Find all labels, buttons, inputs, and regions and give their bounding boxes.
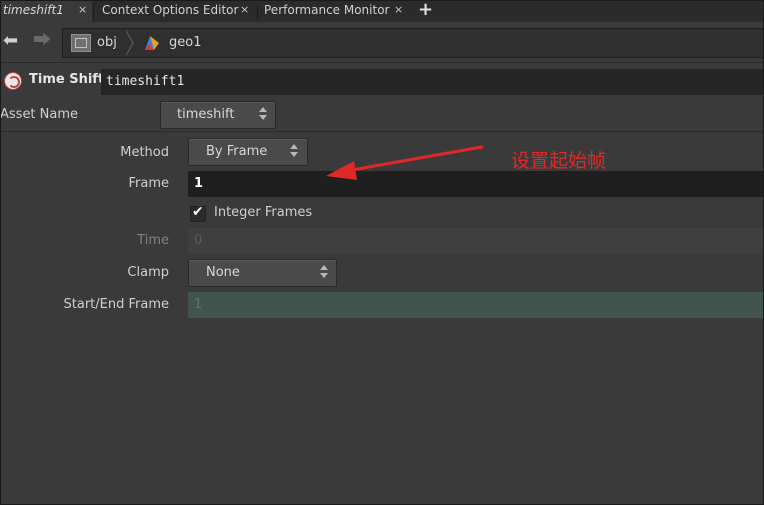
- close-icon[interactable]: ×: [394, 0, 403, 20]
- forward-arrow-icon[interactable]: ⮕: [33, 32, 51, 50]
- updown-arrows-icon: [259, 105, 267, 123]
- node-type-label: Time Shift: [29, 72, 105, 87]
- path-bar: ⬅ ⮕ obj geo1: [0, 22, 764, 63]
- tab-bar: timeshift1 × Context Options Editor × Pe…: [0, 0, 764, 22]
- node-header: Time Shift timeshift1: [0, 63, 764, 98]
- timeshift-node-icon[interactable]: [4, 72, 22, 90]
- tab-performance-monitor[interactable]: Performance Monitor ×: [258, 0, 410, 22]
- asset-name-dropdown[interactable]: timeshift: [160, 101, 276, 129]
- add-tab-icon[interactable]: +: [418, 0, 433, 20]
- integer-frames-label: Integer Frames: [214, 205, 313, 220]
- tab-label: Performance Monitor: [264, 3, 390, 17]
- method-value: By Frame: [206, 144, 268, 159]
- breadcrumb-separator-inner: [125, 30, 132, 56]
- method-dropdown[interactable]: By Frame: [188, 138, 308, 166]
- updown-arrows-icon: [320, 263, 328, 281]
- clamp-value: None: [206, 265, 240, 280]
- start-end-frame-label: Start/End Frame: [63, 297, 169, 312]
- tab-timeshift1[interactable]: timeshift1 ×: [0, 0, 92, 22]
- obj-network-icon: [71, 34, 91, 52]
- method-label: Method: [120, 145, 169, 160]
- time-label: Time: [137, 233, 169, 248]
- asset-name-label: Asset Name: [0, 107, 79, 122]
- asset-name-row: Asset Name timeshift: [0, 99, 764, 132]
- asset-name-value: timeshift: [177, 107, 235, 122]
- tab-context-options-editor[interactable]: Context Options Editor ×: [94, 0, 256, 22]
- node-name-value: timeshift1: [106, 74, 185, 89]
- time-input[interactable]: 0: [188, 228, 764, 254]
- close-icon[interactable]: ×: [78, 0, 87, 20]
- frame-label: Frame: [128, 176, 169, 191]
- back-arrow-icon[interactable]: ⬅: [3, 32, 18, 50]
- checkmark-icon: ✔: [192, 204, 204, 220]
- integer-frames-checkbox[interactable]: ✔: [190, 204, 206, 222]
- updown-arrows-icon: [290, 142, 298, 160]
- clamp-label: Clamp: [127, 265, 169, 280]
- time-value: 0: [194, 233, 203, 248]
- breadcrumb: obj geo1: [62, 28, 764, 58]
- start-end-frame-input[interactable]: 1: [188, 292, 764, 318]
- start-end-frame-value: 1: [194, 297, 203, 312]
- annotation-text: 设置起始帧: [511, 150, 607, 172]
- parameter-panel: Method By Frame Frame 1 ✔ Integer Frames…: [0, 132, 764, 505]
- geometry-node-icon: [145, 36, 159, 50]
- houdini-parameter-pane: timeshift1 × Context Options Editor × Pe…: [0, 0, 764, 505]
- tab-label: Context Options Editor: [102, 3, 239, 17]
- node-name-field[interactable]: timeshift1: [101, 69, 764, 95]
- breadcrumb-obj[interactable]: obj: [97, 35, 117, 50]
- clamp-dropdown[interactable]: None: [188, 259, 337, 287]
- annotation-arrow: [326, 145, 484, 180]
- tab-label: timeshift1: [3, 3, 64, 17]
- close-icon[interactable]: ×: [240, 0, 249, 20]
- frame-value: 1: [194, 176, 204, 191]
- breadcrumb-geo1[interactable]: geo1: [169, 35, 201, 50]
